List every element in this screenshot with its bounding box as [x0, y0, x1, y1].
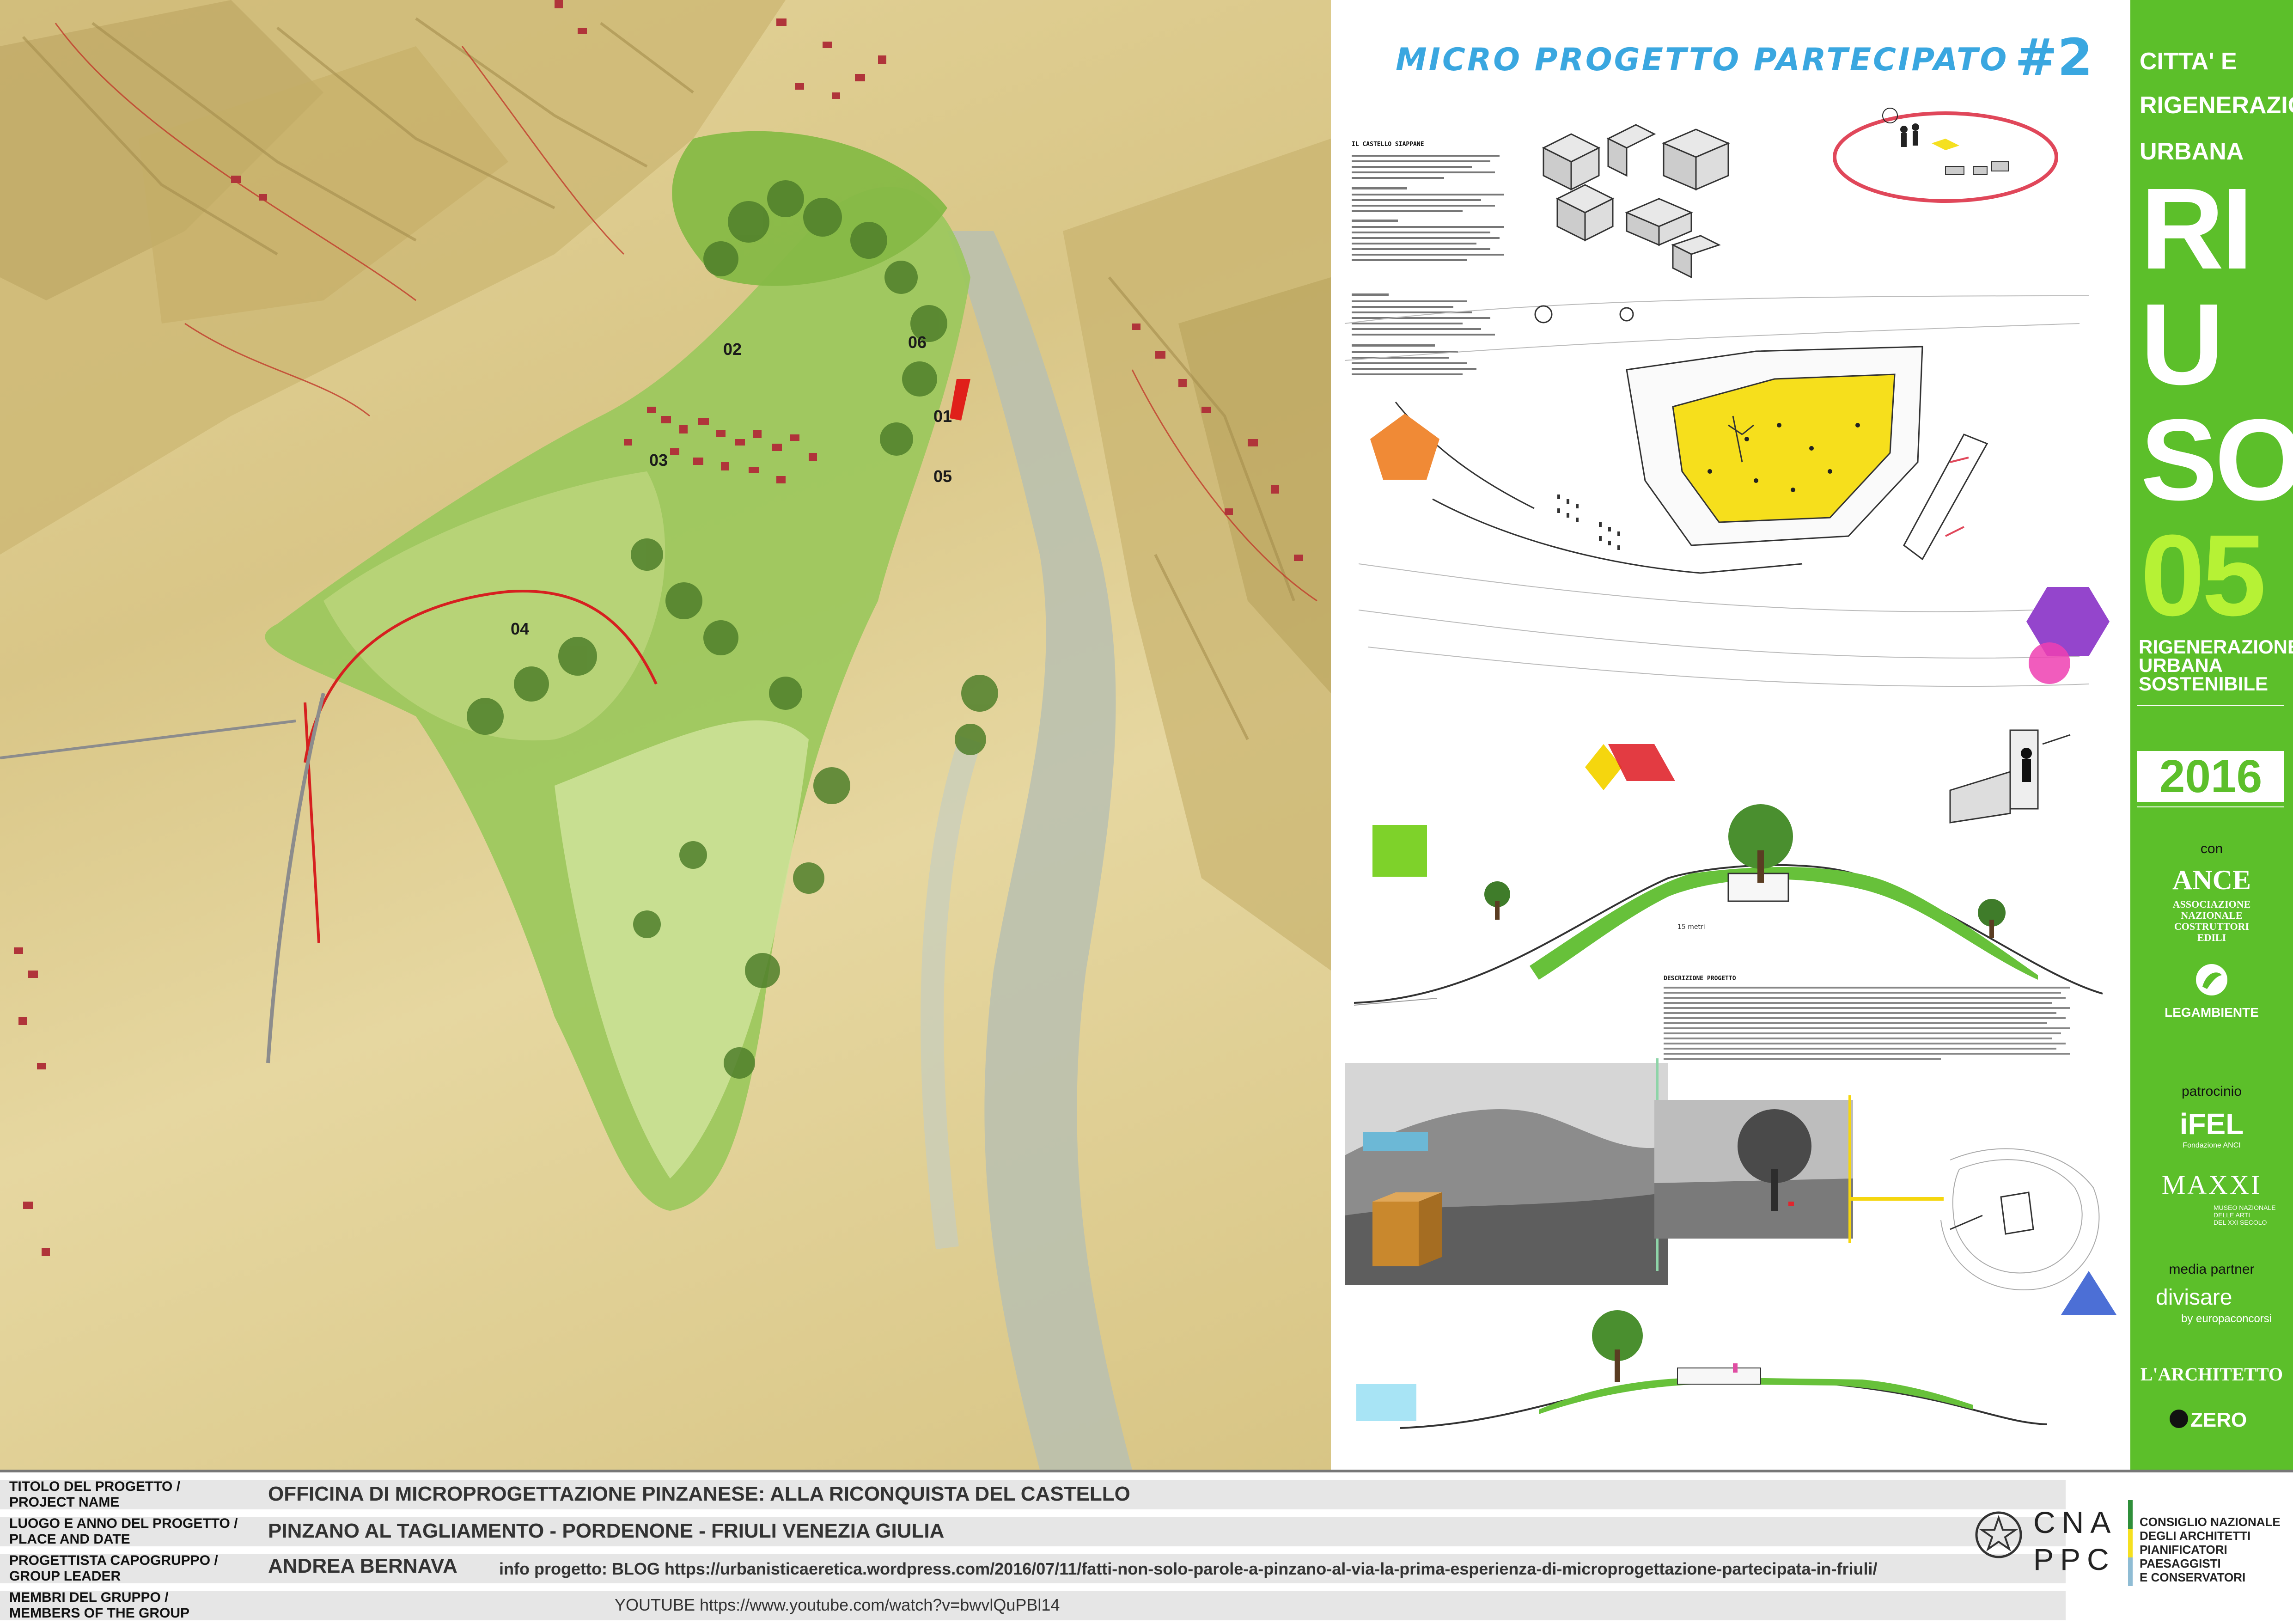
- ance-subtitle: ASSOCIAZIONE NAZIONALE COSTRUTTORI EDILI: [2130, 899, 2293, 943]
- subtitle-line-2: URBANA: [2139, 654, 2223, 676]
- footer-label-2b: PLACE AND DATE: [9, 1532, 130, 1547]
- ance-sub-4: EDILI: [2197, 932, 2226, 943]
- maxxi-subtitle: MUSEO NAZIONALE DELLE ARTI DEL XXI SECOL…: [2214, 1204, 2287, 1226]
- stripe-green: [2128, 1500, 2133, 1529]
- footer-label-2a: LUOGO E ANNO DEL PROGETTO /: [9, 1516, 238, 1531]
- terrain-map: 01 02 03 04 05 06: [0, 0, 1331, 1470]
- cnappc-text-1: CONSIGLIO NAZIONALE: [2140, 1515, 2281, 1529]
- participation-diagram: [1833, 108, 2058, 203]
- contest-sidebar: CITTA' E RIGENERAZIONE URBANA RI U SO 05…: [2130, 0, 2293, 1470]
- youtube-link[interactable]: YOUTUBE https://www.youtube.com/watch?v=…: [615, 1595, 1060, 1615]
- footer-label-4: MEMBRI DEL GRUPPO / MEMBERS OF THE GROUP: [9, 1590, 189, 1621]
- riuso-so: SO: [2141, 395, 2293, 524]
- project-name-value: OFFICINA DI MICROPROGETTAZIONE PINZANESE…: [268, 1483, 1130, 1505]
- orange-pentagon: [1370, 414, 1439, 480]
- legambiente-icon: [2196, 964, 2227, 995]
- sidebar-line-1: CITTA' E: [2140, 48, 2237, 75]
- sidebar-divider-2: [2137, 806, 2284, 807]
- cnappc-text: CONSIGLIO NAZIONALE DEGLI ARCHITETTI PIA…: [2140, 1515, 2281, 1584]
- cnappc-logo-bottom: PPC: [2033, 1542, 2116, 1576]
- divisare-logo: divisare: [2156, 1285, 2232, 1310]
- cnappc-text-5: E CONSERVATORI: [2140, 1570, 2246, 1584]
- stripe-yellow: [2128, 1529, 2133, 1557]
- photo-landscape-render: [1345, 1063, 1668, 1285]
- zero-dot-icon: [2170, 1410, 2188, 1428]
- group-leader-value: ANDREA BERNAVA: [268, 1555, 457, 1577]
- subtitle-line-3: SOSTENIBILE: [2139, 673, 2269, 695]
- cnappc-text-3: PIANIFICATORI: [2140, 1543, 2227, 1557]
- riuso-ri: RI: [2141, 164, 2253, 293]
- photo-tree: [1654, 1100, 1853, 1239]
- zero-logo: ZERO: [2190, 1409, 2247, 1431]
- ance-sub-3: COSTRUTTORI: [2174, 921, 2250, 932]
- map-label-03: 03: [649, 451, 668, 470]
- description-heading: DESCRIZIONE PROGETTO: [1664, 975, 1736, 982]
- footer-label-4b: MEMBERS OF THE GROUP: [9, 1606, 190, 1621]
- sidebar-divider-1: [2137, 705, 2284, 706]
- project-info-footer: TITOLO DEL PROGETTO / PROJECT NAME OFFIC…: [0, 1470, 2293, 1624]
- stripe-blue: [2128, 1557, 2133, 1586]
- scale-label: 15 metri: [1677, 923, 1705, 931]
- site-plan-sketch: [1848, 1095, 2100, 1290]
- footer-label-3a: PROGETTISTA CAPOGRUPPO /: [9, 1553, 218, 1568]
- riuso-05: 05: [2141, 511, 2266, 640]
- cnappc-logo-top: CNA: [2033, 1505, 2117, 1539]
- footer-label-2: LUOGO E ANNO DEL PROGETTO / PLACE AND DA…: [9, 1516, 238, 1547]
- ance-logo: ANCE: [2172, 865, 2251, 895]
- left-heading: IL CASTELLO SIAPPANE: [1352, 141, 1424, 148]
- purple-magenta-shapes: [2026, 587, 2110, 684]
- year-box: 2016: [2137, 751, 2284, 802]
- ifel-subtitle: Fondazione ANCI: [2183, 1142, 2241, 1149]
- subtitle-line-1: RIGENERAZIONE: [2139, 636, 2293, 658]
- map-label-02: 02: [723, 340, 742, 359]
- patrocinio-label: patrocinio: [2181, 1084, 2242, 1099]
- maxxi-sub-1: MUSEO NAZIONALE: [2214, 1204, 2276, 1211]
- text-lines: [1352, 155, 1504, 261]
- panel-title: MICRO PROGETTO PARTECIPATO: [1396, 42, 2009, 78]
- place-date-value: PINZANO AL TAGLIAMENTO - PORDENONE - FRI…: [268, 1520, 945, 1542]
- maxxi-sub-3: DEL XXI SECOLO: [2214, 1219, 2267, 1226]
- footer-label-3: PROGETTISTA CAPOGRUPPO / GROUP LEADER: [9, 1553, 218, 1584]
- footer-label-1a: TITOLO DEL PROGETTO /: [9, 1479, 181, 1494]
- ance-sub-2: NAZIONALE: [2181, 910, 2243, 921]
- panel-title-number: #2: [2015, 28, 2093, 87]
- media-partner-label: media partner: [2169, 1262, 2255, 1277]
- sidebar-subtitle: RIGENERAZIONE URBANA SOSTENIBILE: [2139, 636, 2293, 695]
- footer-label-4a: MEMBRI DEL GRUPPO /: [9, 1590, 169, 1605]
- footer-label-1: TITOLO DEL PROGETTO / PROJECT NAME: [9, 1479, 180, 1510]
- landscape-section-2: [1400, 1310, 2047, 1429]
- architetto-logo: L'ARCHITETTO: [2140, 1364, 2283, 1385]
- con-label: con: [2200, 841, 2223, 856]
- italian-emblem-icon: [1975, 1511, 2022, 1558]
- divisare-subtitle: by europaconcorsi: [2181, 1313, 2272, 1325]
- map-drawing: [0, 0, 1331, 1470]
- cnappc-text-4: PAESAGGISTI: [2140, 1557, 2221, 1570]
- legambiente-label: LEGAMBIENTE: [2165, 1005, 2259, 1020]
- footer-label-3b: GROUP LEADER: [9, 1569, 121, 1584]
- furniture-sketches: [1542, 124, 1730, 279]
- project-panel: MICRO PROGETTO PARTECIPATO #2 IL CASTELL…: [1331, 0, 2130, 1470]
- map-label-06: 06: [908, 333, 927, 352]
- maxxi-logo: MAXXI: [2161, 1170, 2262, 1200]
- cnappc-text-2: DEGLI ARCHITETTI: [2140, 1529, 2251, 1543]
- maxxi-sub-2: DELLE ARTI: [2214, 1211, 2250, 1219]
- description-text-lines: [1664, 987, 2070, 1060]
- info-link[interactable]: info progetto: BLOG https://urbanisticae…: [499, 1559, 1877, 1579]
- castle-axonometric: [1344, 295, 2089, 687]
- map-label-04: 04: [511, 619, 530, 638]
- text-column-1: [1352, 150, 1518, 289]
- ifel-logo: iFEL: [2179, 1107, 2244, 1141]
- ance-sub-1: ASSOCIAZIONE: [2172, 898, 2251, 910]
- footer-label-1b: PROJECT NAME: [9, 1495, 120, 1510]
- sidebar-line-2: RIGENERAZIONE: [2140, 92, 2293, 119]
- map-label-01: 01: [933, 407, 952, 426]
- riuso-u: U: [2141, 280, 2224, 409]
- map-label-05: 05: [933, 467, 952, 486]
